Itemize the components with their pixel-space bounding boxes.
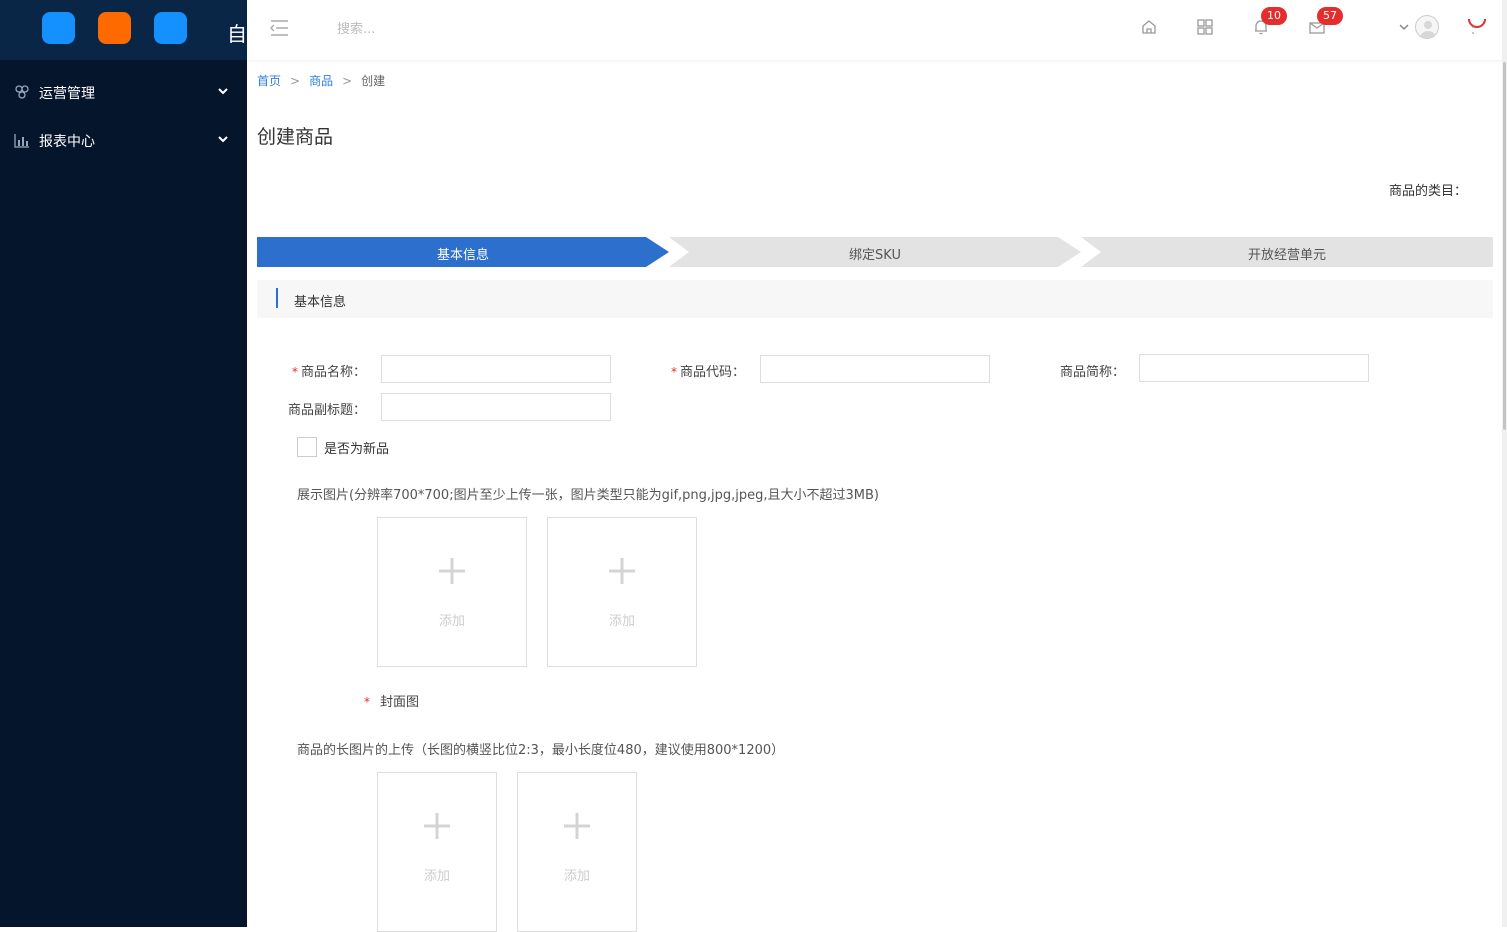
- product-name-label: * 商品名称：: [292, 365, 367, 380]
- product-subtitle-label: 商品副标题：: [288, 403, 367, 418]
- message-badge: 57: [1317, 7, 1343, 25]
- required-mark: *: [671, 365, 677, 379]
- cover-image-label: * 封面图: [364, 695, 420, 710]
- avatar[interactable]: [1415, 15, 1439, 39]
- product-code-input[interactable]: [760, 355, 990, 383]
- bar-chart-icon: [14, 134, 29, 148]
- plus-icon: [439, 558, 465, 584]
- breadcrumb-product-link[interactable]: 商品: [309, 74, 333, 88]
- plus-icon: [609, 558, 635, 584]
- product-code-label: * 商品代码：: [671, 365, 746, 380]
- long-image-hint: 商品的长图片的上传（长图的横竖比位2:3，最小长度位480，建议使用800*12…: [297, 743, 785, 758]
- app-icon-1[interactable]: [42, 12, 75, 44]
- user-dropdown-icon[interactable]: [1397, 20, 1411, 34]
- product-subtitle-input[interactable]: [381, 393, 611, 421]
- user-icon: [1420, 21, 1436, 38]
- required-mark: *: [292, 365, 298, 379]
- step-progress: 基本信息 绑定SKU 开放经营单元: [257, 237, 1493, 267]
- chevron-down-icon: [218, 88, 228, 95]
- page-title: 创建商品: [257, 126, 334, 148]
- cluster-icon: [15, 85, 29, 99]
- top-bar: 10 57: [247, 0, 1507, 60]
- plus-icon: [424, 813, 450, 839]
- long-image-upload-1[interactable]: 添加: [377, 772, 497, 932]
- required-mark: *: [364, 695, 370, 709]
- home-icon[interactable]: [1140, 18, 1158, 36]
- is-new-checkbox[interactable]: [297, 437, 317, 457]
- add-label: 添加: [608, 614, 635, 629]
- add-label: 添加: [563, 869, 590, 884]
- step-basic-info[interactable]: 基本信息: [313, 244, 613, 263]
- step-bind-sku[interactable]: 绑定SKU: [725, 244, 1025, 263]
- breadcrumb: 首页 > 商品 > 创建: [257, 72, 385, 89]
- breadcrumb-separator: >: [342, 74, 353, 88]
- display-image-hint: 展示图片(分辨率700*700;图片至少上传一张，图片类型只能为gif,png,…: [297, 488, 879, 503]
- product-short-name-input[interactable]: [1139, 354, 1369, 382]
- is-new-label: 是否为新品: [324, 442, 390, 457]
- breadcrumb-home-link[interactable]: 首页: [257, 74, 281, 88]
- sidebar: 自 运营管理 报表中心: [0, 0, 247, 927]
- app-icon-2[interactable]: [98, 12, 131, 44]
- long-image-upload-2[interactable]: 添加: [517, 772, 637, 932]
- scrollbar-thumb[interactable]: [1503, 62, 1506, 430]
- plus-icon: [564, 813, 590, 839]
- display-image-upload-2[interactable]: 添加: [547, 517, 697, 667]
- display-image-upload-1[interactable]: 添加: [377, 517, 527, 667]
- breadcrumb-separator: >: [290, 74, 301, 88]
- sidebar-item-reports[interactable]: 报表中心: [0, 120, 247, 160]
- notification-badge: 10: [1261, 7, 1287, 25]
- product-short-name-label: 商品简称：: [1060, 365, 1126, 380]
- step-open-unit[interactable]: 开放经营单元: [1137, 244, 1437, 263]
- breadcrumb-current: 创建: [361, 74, 386, 88]
- apps-grid-icon[interactable]: [1196, 18, 1214, 36]
- sidebar-item-label: 运营管理: [39, 86, 95, 102]
- section-header: 基本信息: [257, 280, 1493, 318]
- logo-bar: 自: [0, 0, 247, 60]
- logo-text: 自: [227, 22, 247, 46]
- sidebar-item-label: 报表中心: [39, 134, 95, 150]
- add-label: 添加: [423, 869, 450, 884]
- product-name-input[interactable]: [381, 355, 611, 383]
- add-label: 添加: [438, 614, 465, 629]
- more-options-icon[interactable]: [1467, 14, 1487, 36]
- category-label: 商品的类目：: [1389, 184, 1468, 199]
- app-icon-3[interactable]: [154, 12, 187, 44]
- section-title: 基本信息: [294, 295, 347, 310]
- chevron-down-icon: [218, 136, 228, 143]
- sidebar-item-operations[interactable]: 运营管理: [0, 72, 247, 112]
- menu-toggle-icon[interactable]: [269, 19, 289, 37]
- search-input[interactable]: [337, 19, 537, 39]
- section-accent-bar: [276, 288, 278, 308]
